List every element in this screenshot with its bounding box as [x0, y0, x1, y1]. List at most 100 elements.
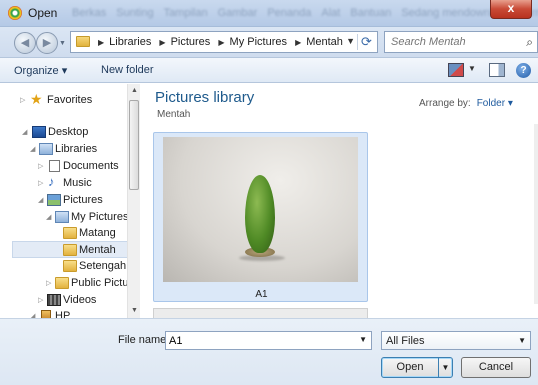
close-button[interactable]: x	[490, 0, 532, 19]
expand-arrow-icon[interactable]: ▷	[38, 176, 43, 192]
title-bar: Open Berkas Sunting Tampilan Gambar Penanda A…	[0, 0, 538, 27]
folder-icon	[63, 244, 77, 256]
pictures-icon	[47, 194, 61, 206]
chevron-right-icon[interactable]: ▶	[295, 38, 301, 47]
star-icon: ★	[30, 91, 43, 107]
nav-label: Music	[63, 177, 92, 189]
chevron-right-icon[interactable]: ▶	[159, 38, 165, 47]
back-button[interactable]: ◀	[14, 32, 36, 54]
folder-icon	[76, 36, 90, 47]
chevron-right-icon[interactable]: ▶	[98, 38, 104, 47]
open-options-dropdown-icon[interactable]: ▼	[438, 358, 452, 377]
expand-arrow-icon[interactable]: ▷	[46, 276, 51, 292]
expand-arrow-icon[interactable]: ▷	[20, 93, 25, 109]
nav-item-videos[interactable]: ▷ Videos	[0, 292, 126, 309]
back-arrow-icon: ◀	[20, 37, 30, 49]
fruit-body	[245, 175, 275, 253]
cancel-button[interactable]: Cancel	[461, 357, 531, 378]
search-input[interactable]	[385, 32, 515, 52]
nav-label: Favorites	[47, 94, 93, 106]
image-thumbnail	[163, 137, 358, 282]
scrollbar-thumb[interactable]	[129, 100, 139, 190]
music-icon: ♪	[48, 174, 55, 189]
new-folder-button[interactable]: New folder	[101, 64, 154, 76]
folder-icon	[55, 211, 69, 223]
address-row: ◀ ▶ ▼ ▶ Libraries ▶ Pictures ▶ My Pictures …	[0, 27, 538, 57]
content-scrollbar[interactable]	[534, 124, 538, 304]
crumb-pictures[interactable]: Pictures	[171, 36, 211, 48]
collapse-arrow-icon[interactable]: ◢	[22, 125, 27, 141]
nav-item-documents[interactable]: ▷ Documents	[0, 158, 126, 175]
arrange-by: Arrange by: Folder ▾	[419, 98, 513, 109]
nav-item-setengah[interactable]: Setengah M	[0, 258, 138, 275]
address-dropdown-icon[interactable]: ▼	[346, 36, 355, 46]
crumb-mentah[interactable]: Mentah	[306, 36, 343, 48]
expand-arrow-icon[interactable]: ▷	[38, 293, 43, 309]
user-icon	[41, 310, 51, 318]
crumb-my-pictures[interactable]: My Pictures	[230, 36, 287, 48]
help-icon[interactable]: ?	[516, 63, 531, 78]
preview-pane-icon[interactable]	[489, 63, 505, 77]
search-box: ⌕	[384, 31, 538, 53]
file-tile-a1[interactable]: A1	[153, 132, 368, 302]
file-tile-partial[interactable]	[153, 308, 368, 318]
nav-item-favorites[interactable]: ▷ ★ Favorites	[0, 91, 126, 109]
filename-input[interactable]	[166, 332, 346, 349]
file-list: Pictures library Mentah Arrange by: Folde…	[141, 84, 538, 318]
folder-icon	[55, 277, 69, 289]
expand-arrow-icon[interactable]: ◢	[30, 309, 35, 318]
open-label: Open	[396, 361, 424, 373]
nav-item-pictures[interactable]: ◢ Pictures	[0, 192, 126, 209]
filename-label: File name:	[118, 334, 170, 346]
refresh-icon[interactable]: ⟳	[357, 34, 375, 50]
document-icon	[49, 160, 60, 172]
view-options-dropdown-icon[interactable]: ▼	[468, 64, 476, 73]
nav-label: Libraries	[55, 143, 98, 155]
nav-label: Pictures	[63, 194, 103, 206]
close-icon: x	[507, 1, 515, 15]
file-name-label: A1	[255, 289, 268, 300]
nav-item-public-pictures[interactable]: ▷ Public Pictur	[0, 275, 132, 292]
change-view-icon[interactable]	[448, 63, 464, 77]
nav-label: Desktop	[48, 126, 89, 138]
library-icon	[39, 143, 53, 155]
filetype-select[interactable]: All Files ▼	[381, 331, 531, 350]
arrange-by-dropdown[interactable]: Folder ▾	[477, 98, 513, 109]
scroll-down-icon[interactable]: ▼	[128, 304, 141, 318]
filetype-value: All Files	[386, 335, 425, 347]
collapse-arrow-icon[interactable]: ◢	[46, 210, 51, 226]
chevron-right-icon[interactable]: ▶	[218, 38, 224, 47]
address-bar[interactable]: ▶ Libraries ▶ Pictures ▶ My Pictures ▶ Menta…	[70, 31, 378, 53]
videos-icon	[47, 294, 61, 306]
scroll-up-icon[interactable]: ▲	[128, 84, 141, 98]
dialog-footer: File name: ▼ All Files ▼ Open ▼ Cancel	[0, 318, 538, 385]
nav-item-hp[interactable]: ◢ HP	[0, 308, 126, 318]
breadcrumb: ▶ Libraries ▶ Pictures ▶ My Pictures ▶ Menta…	[93, 36, 343, 48]
filetype-dropdown-icon: ▼	[518, 336, 526, 345]
nav-label: My Pictures	[71, 211, 129, 223]
forward-button[interactable]: ▶	[36, 32, 58, 54]
filename-dropdown-icon[interactable]: ▼	[359, 335, 367, 344]
nav-item-matang[interactable]: Matang	[0, 225, 126, 242]
expand-arrow-icon[interactable]: ▷	[38, 159, 43, 175]
collapse-arrow-icon[interactable]: ◢	[38, 193, 43, 209]
nav-label: Public Pictur	[71, 277, 133, 289]
search-icon[interactable]: ⌕	[526, 35, 533, 50]
nav-item-desktop[interactable]: ◢ Desktop	[0, 124, 126, 141]
command-bar: Organize ▾ New folder ▼ ?	[0, 57, 538, 83]
navigation-scrollbar[interactable]: ▲ ▼	[127, 84, 140, 318]
desktop-icon	[32, 126, 46, 138]
nav-item-music[interactable]: ▷ ♪ Music	[0, 174, 126, 192]
nav-label: Mentah	[79, 244, 116, 256]
filename-combobox: ▼	[165, 331, 372, 350]
nav-item-mentah[interactable]: Mentah	[12, 241, 128, 258]
crumb-libraries[interactable]: Libraries	[109, 36, 151, 48]
nav-item-libraries[interactable]: ◢ Libraries	[0, 141, 126, 158]
collapse-arrow-icon[interactable]: ◢	[30, 142, 35, 158]
organize-button[interactable]: Organize ▾	[14, 64, 67, 77]
recent-locations-dropdown[interactable]: ▼	[59, 40, 66, 47]
open-button[interactable]: Open ▼	[381, 357, 453, 378]
folder-icon	[63, 227, 77, 239]
nav-item-my-pictures[interactable]: ◢ My Pictures	[0, 209, 129, 226]
folder-icon	[63, 260, 77, 272]
